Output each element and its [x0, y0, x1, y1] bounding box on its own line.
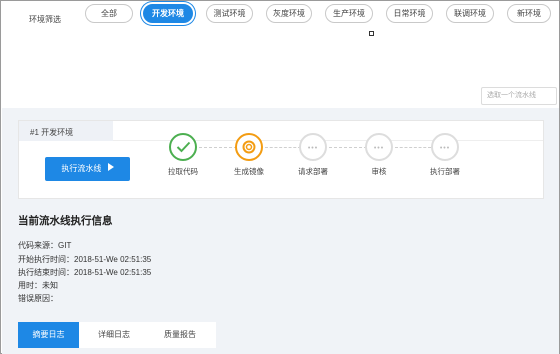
env-tab-joint[interactable]: 联调环境	[446, 4, 494, 23]
stage-label: 执行部署	[430, 167, 460, 176]
env-tab-dev[interactable]: 开发环境	[143, 4, 193, 23]
execution-info-title: 当前流水线执行信息	[18, 215, 113, 227]
info-start-time: 开始执行时间：2018-51-We 02:51:35	[18, 255, 152, 264]
stage-status-running	[235, 133, 263, 161]
env-tab-prod[interactable]: 生产环境	[325, 4, 373, 23]
env-tab-daily[interactable]: 日常环境	[386, 4, 433, 23]
run-pipeline-label: 执行流水线	[61, 164, 102, 174]
stage-label: 生成镜像	[234, 167, 264, 176]
tab-quality-report[interactable]: 质量报告	[150, 322, 210, 348]
env-tab-all[interactable]: 全部	[85, 4, 133, 23]
ellipsis-icon: •••	[307, 145, 319, 152]
pipeline-card: #1 开发环境 执行流水线 拉取代码 生成镜像 ••• 请求部署 ••• 审核 …	[18, 120, 544, 199]
info-duration: 用时：未知	[18, 281, 58, 290]
stage-status-pending: •••	[431, 133, 459, 161]
stage-request-deploy[interactable]: ••• 请求部署	[283, 133, 343, 177]
pipeline-title: #1 开发环境	[30, 128, 74, 137]
run-pipeline-button[interactable]: 执行流水线	[45, 157, 130, 181]
tab-summary-log[interactable]: 摘要日志	[18, 322, 79, 348]
check-icon	[176, 141, 191, 155]
stage-build-image[interactable]: 生成镜像	[219, 133, 279, 177]
ellipsis-icon: •••	[439, 145, 451, 152]
tab-detail-log[interactable]: 详细日志	[84, 322, 144, 348]
env-filter-label: 环境筛选	[29, 15, 61, 24]
stage-pull-code[interactable]: 拉取代码	[153, 133, 213, 177]
env-tab-new[interactable]: 新环境	[507, 4, 551, 23]
info-end-time: 执行结束时间：2018-51-We 02:51:35	[18, 268, 152, 277]
ellipsis-icon: •••	[373, 145, 385, 152]
stage-execute-deploy[interactable]: ••• 执行部署	[415, 133, 475, 177]
info-error-reason: 错误原因：	[18, 294, 58, 303]
stage-status-pending: •••	[365, 133, 393, 161]
app-frame: 环境筛选 全部 开发环境 测试环境 灰度环境 生产环境 日常环境 联调环境 新环…	[0, 0, 560, 354]
stage-label: 请求部署	[298, 167, 328, 176]
log-tabs: 摘要日志 详细日志 质量报告	[18, 322, 216, 348]
stage-label: 审核	[371, 167, 387, 176]
stage-label: 拉取代码	[168, 167, 198, 176]
pipeline-select[interactable]: 选取一个流水线	[481, 87, 557, 105]
info-code-source: 代码来源：GIT	[18, 241, 72, 250]
play-icon	[107, 157, 114, 181]
stage-status-pending: •••	[299, 133, 327, 161]
stage-review[interactable]: ••• 审核	[349, 133, 409, 177]
resize-handle	[369, 31, 374, 36]
env-tab-test[interactable]: 测试环境	[206, 4, 253, 23]
env-tab-gray[interactable]: 灰度环境	[266, 4, 312, 23]
stage-status-done	[169, 133, 197, 161]
spinner-icon	[242, 140, 256, 156]
